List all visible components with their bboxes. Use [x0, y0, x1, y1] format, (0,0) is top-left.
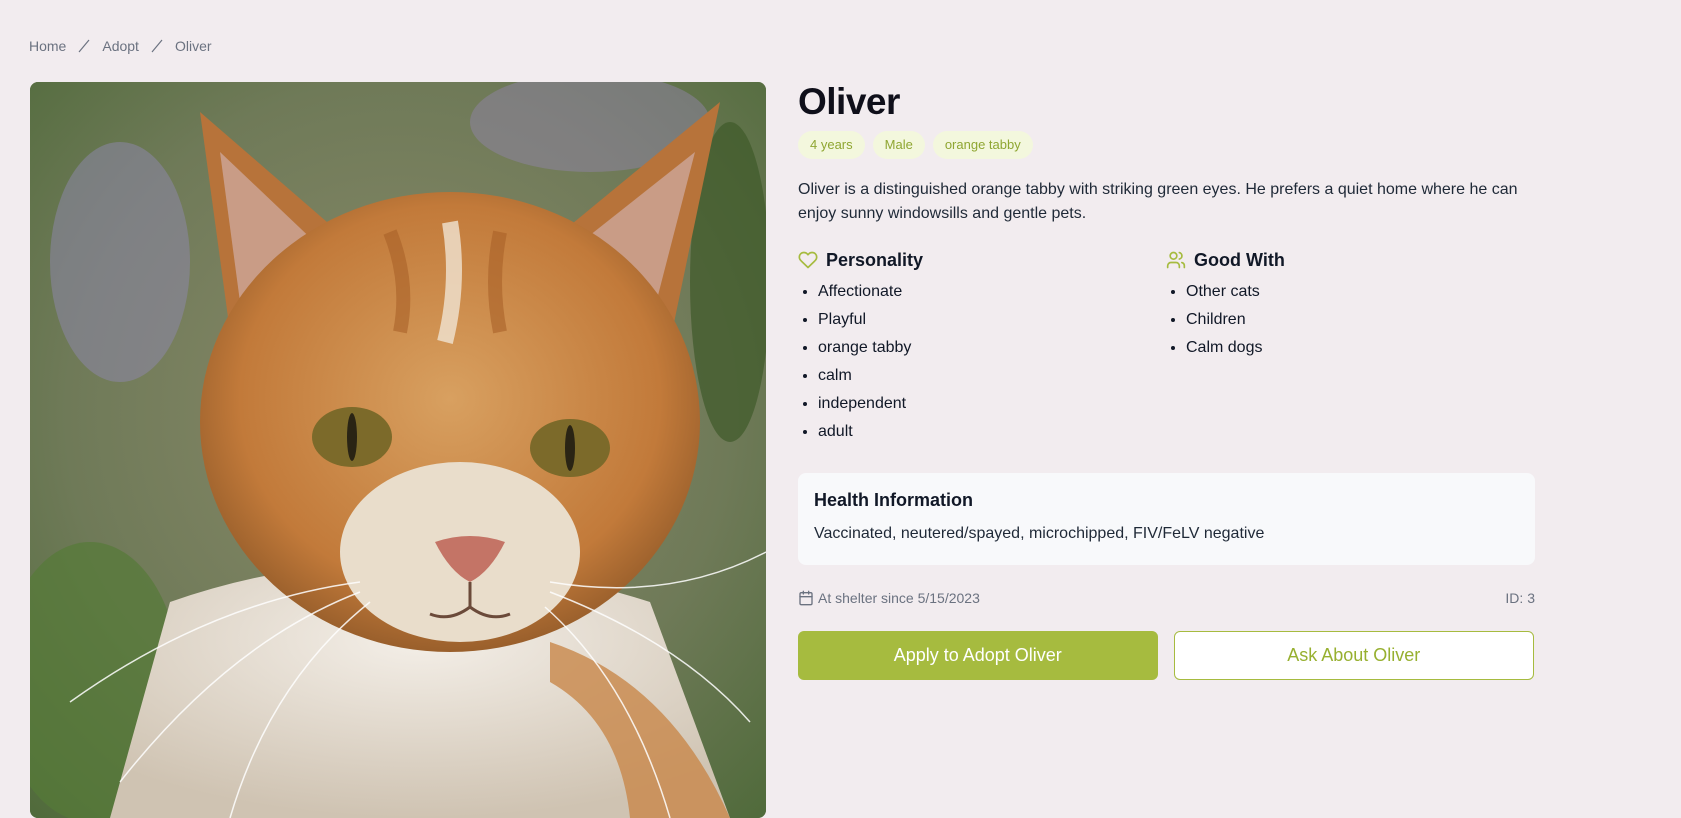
calendar-icon — [799, 590, 813, 606]
action-buttons: Apply to Adopt Oliver Ask About Oliver — [798, 631, 1534, 680]
breadcrumb-home-link[interactable]: Home — [29, 38, 66, 54]
shelter-since-text: At shelter since 5/15/2023 — [818, 590, 980, 606]
pet-details: Oliver 4 years Male orange tabby Oliver … — [798, 78, 1535, 680]
pet-id: ID: 3 — [1505, 590, 1535, 606]
pet-meta: At shelter since 5/15/2023 ID: 3 — [798, 590, 1535, 606]
personality-list: Affectionate Playful orange tabby calm i… — [798, 282, 1166, 442]
personality-title: Personality — [826, 249, 924, 270]
list-item: calm — [818, 366, 1166, 386]
good-with-title: Good With — [1194, 249, 1285, 270]
slash-separator-icon — [151, 39, 163, 53]
slash-separator-icon — [78, 39, 90, 53]
breadcrumb-current: Oliver — [174, 38, 212, 54]
list-item: Playful — [818, 310, 1166, 330]
pet-tags: 4 years Male orange tabby — [798, 131, 1534, 159]
personality-heading: Personality — [798, 248, 1166, 272]
health-text: Vaccinated, neutered/spayed, microchippe… — [814, 525, 1265, 542]
traits-columns: Personality Affectionate Playful orange … — [798, 248, 1534, 450]
good-with-section: Good With Other cats Children Calm dogs — [1166, 248, 1534, 450]
breadcrumb: Home Adopt Oliver — [29, 38, 212, 54]
list-item: Affectionate — [818, 282, 1166, 302]
tag-gender: Male — [872, 131, 925, 159]
heart-icon — [798, 251, 818, 269]
pet-description: Oliver is a distinguished orange tabby w… — [798, 181, 1518, 222]
list-item: independent — [818, 394, 1166, 414]
good-with-list: Other cats Children Calm dogs — [1166, 282, 1534, 358]
health-title: Health Information — [814, 490, 974, 510]
pet-photo — [30, 82, 766, 818]
list-item: Other cats — [1186, 282, 1534, 302]
list-item: adult — [818, 422, 1166, 442]
list-item: Calm dogs — [1186, 338, 1534, 358]
ask-about-button[interactable]: Ask About Oliver — [1173, 631, 1534, 680]
shelter-since: At shelter since 5/15/2023 — [798, 590, 980, 606]
breadcrumb-adopt-link[interactable]: Adopt — [102, 38, 139, 54]
tag-age: 4 years — [798, 131, 865, 159]
personality-section: Personality Affectionate Playful orange … — [798, 248, 1166, 450]
good-with-heading: Good With — [1166, 248, 1534, 272]
health-info-card: Health Information Vaccinated, neutered/… — [798, 473, 1535, 565]
list-item: orange tabby — [818, 338, 1166, 358]
tag-breed: orange tabby — [932, 131, 1033, 159]
users-icon — [1166, 251, 1186, 269]
apply-adopt-button[interactable]: Apply to Adopt Oliver — [798, 631, 1158, 680]
pet-name: Oliver — [798, 81, 900, 122]
list-item: Children — [1186, 310, 1534, 330]
